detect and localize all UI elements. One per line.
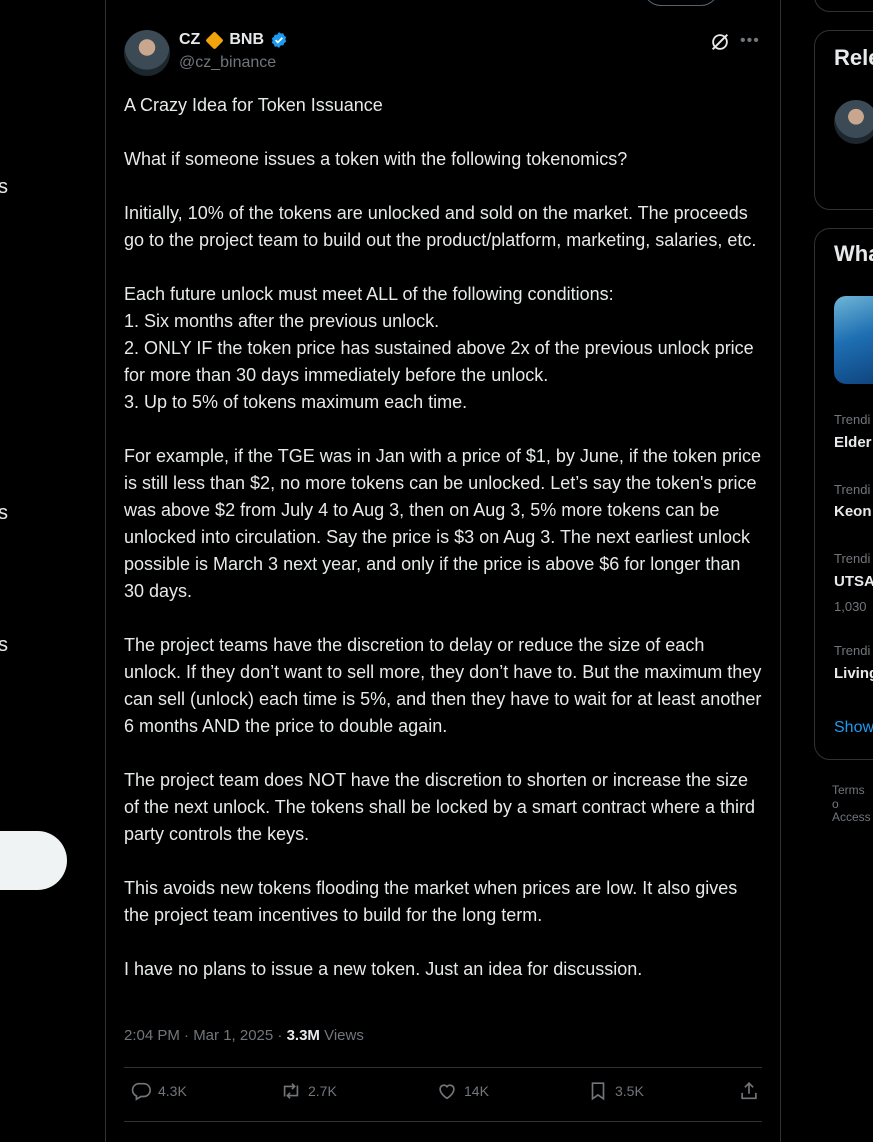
trend-label: Trendi [834,551,871,566]
reply-icon [131,1082,151,1101]
terms-link[interactable]: Terms o [832,783,873,811]
trend-name[interactable]: Living [834,665,873,682]
heart-icon [439,1084,455,1100]
more-options-icon[interactable]: ••• [740,30,762,52]
verified-badge-icon [271,32,287,48]
nav-item-label[interactable]: s [0,634,8,657]
suggested-avatar[interactable] [834,100,873,144]
bookmark-button[interactable]: 3.5K [587,1080,644,1102]
views-label: Views [319,1027,364,1044]
nav-item-label[interactable]: s [0,176,8,199]
accessibility-link[interactable]: Access [832,810,871,824]
bookmark-icon [591,1082,605,1101]
repost-button[interactable]: 2.7K [280,1080,337,1102]
repost-count: 2.7K [308,1083,337,1099]
reply-count: 4.3K [158,1083,187,1099]
trend-label: Trendi [834,482,871,497]
tweet-actions: 4.3K 2.7K 14K 3.5K [124,1080,764,1110]
search-card[interactable] [814,0,873,12]
divider [124,1067,762,1068]
author-avatar[interactable] [124,30,170,76]
tweet-text: A Crazy Idea for Token Issuance What if … [124,95,762,979]
nav-item-label[interactable]: s [0,502,8,525]
event-thumbnail[interactable] [834,296,873,384]
bnb-diamond-icon [205,30,225,50]
trend-name[interactable]: Keon [834,503,872,520]
tweet-meta: 2:04 PM · Mar 1, 2025 · 3.3M Views [124,1027,364,1044]
grok-icon[interactable] [709,31,731,53]
tweet-timestamp[interactable]: 2:04 PM · Mar 1, 2025 · [124,1027,287,1044]
whats-happening-title: Wha [834,241,873,266]
trend-post-count: 1,030 [834,599,867,614]
like-button[interactable]: 14K [436,1080,489,1102]
show-more-link[interactable]: Show [834,719,873,737]
trend-label: Trendi [834,643,871,658]
author-handle[interactable]: @cz_binance [179,54,276,72]
trend-label: Trendi [834,412,871,427]
repost-icon [283,1083,299,1099]
tweet-detail-column: CZ BNB @cz_binance ••• A Crazy Idea for … [105,0,781,1142]
author-brand[interactable]: BNB [229,31,264,49]
views-count: 3.3M [286,1027,320,1044]
reply-button[interactable]: 4.3K [130,1080,187,1102]
share-icon [741,1082,757,1100]
share-button[interactable] [738,1080,760,1102]
post-button[interactable] [0,831,67,890]
divider [124,1121,762,1122]
author-name-row[interactable]: CZ BNB [179,30,288,50]
page: s s s CZ BNB @cz_binance ••• A Crazy Ide… [0,0,873,1142]
trend-name[interactable]: UTSA [834,573,873,590]
whats-happening-card: Wha Trendi Elder Trendi Keon Trendi UTSA… [814,228,873,760]
relevant-people-title: Rele [834,45,873,70]
like-count: 14K [464,1083,489,1099]
relevant-people-card: Rele [814,30,873,210]
author-name[interactable]: CZ [179,31,200,49]
trend-name[interactable]: Elder [834,434,872,451]
bookmark-count: 3.5K [615,1083,644,1099]
follow-button[interactable] [643,0,719,6]
